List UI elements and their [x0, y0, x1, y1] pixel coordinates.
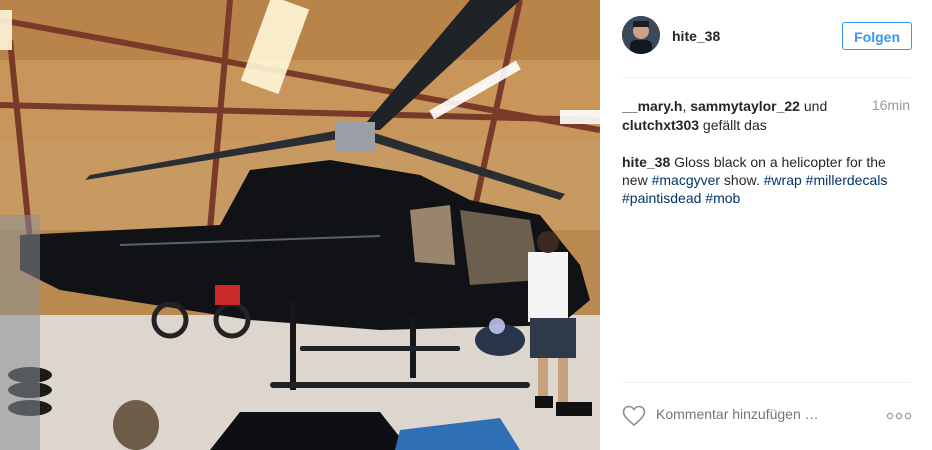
- post-timestamp[interactable]: 16min: [872, 97, 910, 113]
- comment-input[interactable]: [656, 406, 846, 422]
- avatar[interactable]: [622, 16, 660, 54]
- comment-bar: [622, 400, 912, 434]
- hashtag-link[interactable]: #millerdecals: [806, 172, 888, 188]
- liker-username[interactable]: __mary.h: [622, 98, 682, 114]
- post-photo[interactable]: [0, 0, 600, 450]
- liker-username[interactable]: sammytaylor_22: [690, 98, 800, 114]
- hashtag-link[interactable]: #paintisdead: [622, 190, 701, 206]
- avatar-image: [622, 16, 660, 54]
- post-caption: hite_38 Gloss black on a helicopter for …: [622, 154, 888, 206]
- author-username[interactable]: hite_38: [672, 28, 720, 44]
- hashtag-link[interactable]: #mob: [705, 190, 740, 206]
- header-divider: [622, 77, 910, 78]
- hashtag-link[interactable]: #wrap: [764, 172, 802, 188]
- hashtag-link[interactable]: #macgyver: [652, 172, 720, 188]
- liker-username[interactable]: clutchxt303: [622, 117, 699, 133]
- heart-icon[interactable]: [622, 405, 646, 427]
- comment-divider: [622, 382, 910, 383]
- follow-button[interactable]: Folgen: [842, 22, 912, 50]
- more-options-icon[interactable]: [886, 412, 912, 420]
- helicopter-photo: [0, 0, 600, 450]
- caption-author[interactable]: hite_38: [622, 154, 670, 170]
- post-header: hite_38 Folgen: [622, 16, 912, 62]
- post-sidebar: hite_38 Folgen __mary.h, sammytaylor_22 …: [600, 0, 932, 450]
- likes-summary: __mary.h, sammytaylor_22 und clutchxt303…: [622, 98, 828, 133]
